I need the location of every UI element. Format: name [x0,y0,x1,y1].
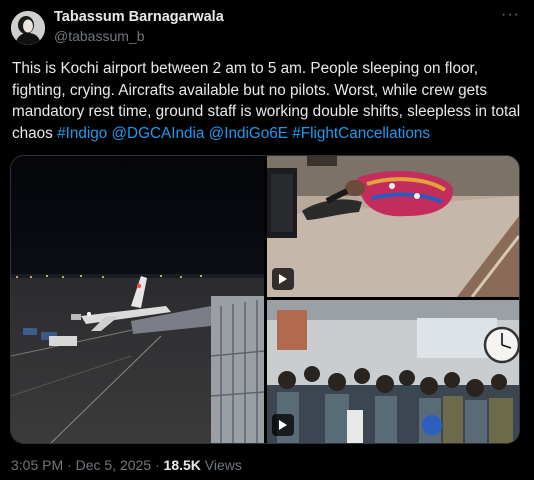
hashtag-flightcancellations[interactable]: #FlightCancellations [292,125,430,142]
meta-separator: · [154,457,160,473]
mention-dgcaindia[interactable]: @DGCAIndia [112,125,205,142]
mention-indigo6e[interactable]: @IndiGo6E [209,125,288,142]
tweet-meta: 3:05 PM · Dec 5, 2025 · 18.5K Views [11,457,242,473]
avatar[interactable] [11,11,45,45]
more-icon[interactable]: ··· [501,6,520,24]
tweet-date[interactable]: Dec 5, 2025 [76,457,152,473]
play-icon[interactable] [272,268,294,290]
media-video-sleeping[interactable] [267,156,519,297]
tweet-text: This is Kochi airport between 2 am to 5 … [12,58,522,144]
tweet-time[interactable]: 3:05 PM [11,457,63,473]
play-icon[interactable] [272,414,294,436]
author-handle[interactable]: @tabassum_b [54,28,144,44]
media-photo-apron[interactable] [11,156,264,443]
media-grid [10,155,520,444]
views-label: Views [204,457,242,473]
author-name[interactable]: Tabassum Barnagarwala [54,9,224,25]
hashtag-indigo[interactable]: #Indigo [57,125,107,142]
media-video-crowd[interactable] [267,300,519,443]
views-count: 18.5K [163,457,201,473]
meta-separator: · [67,457,72,473]
